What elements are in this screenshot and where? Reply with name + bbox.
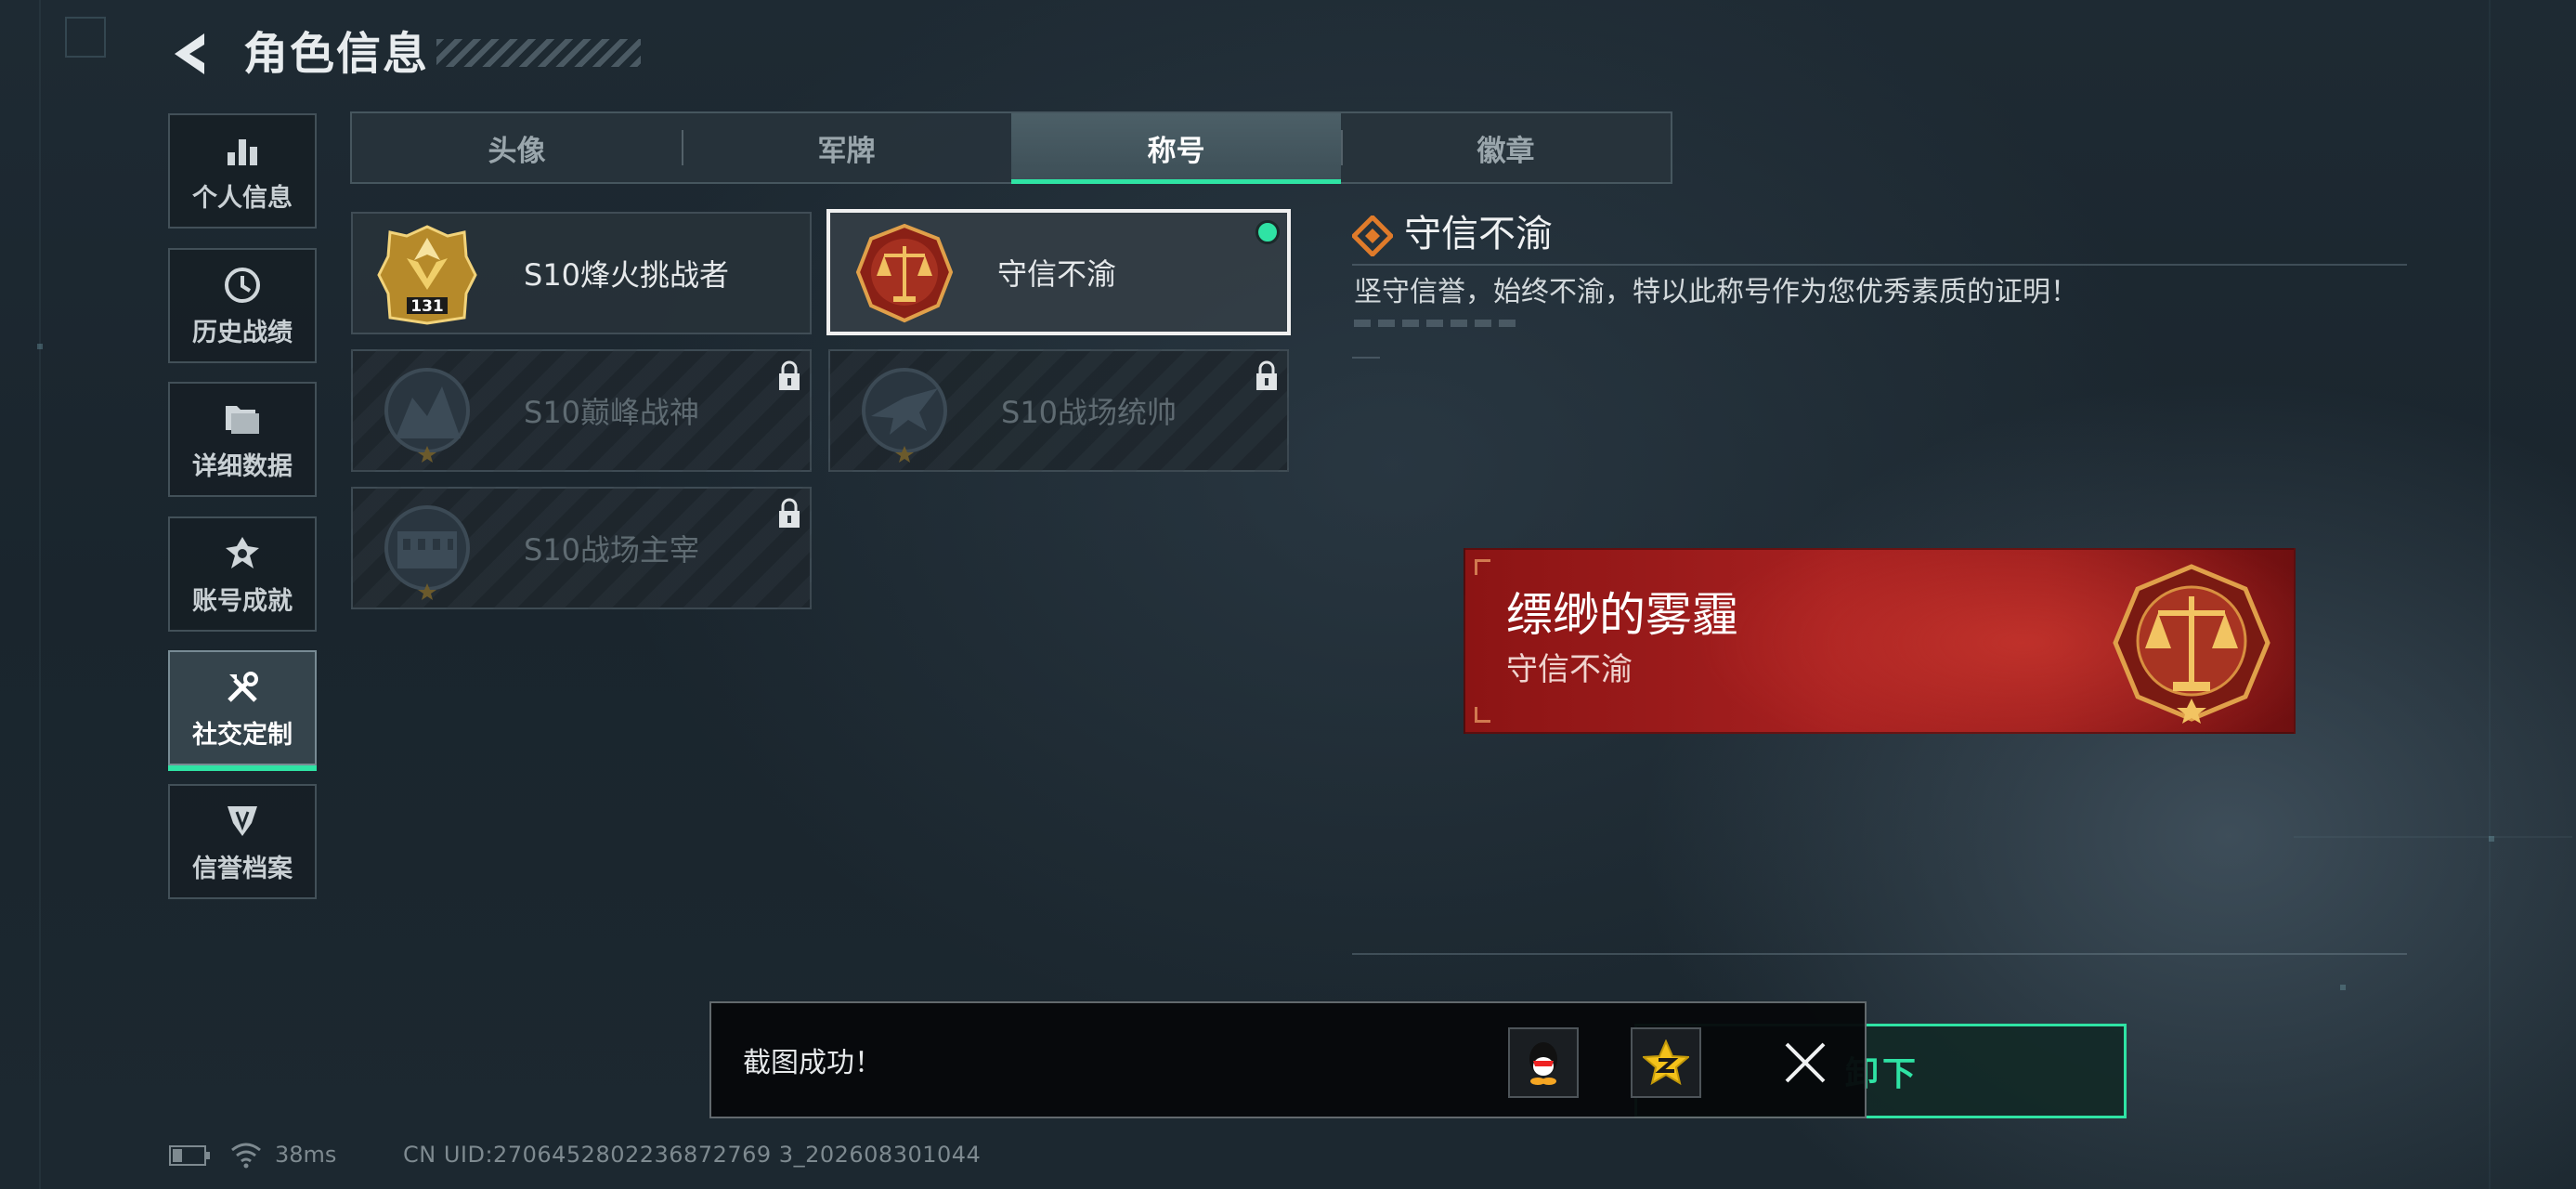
clock-history-icon	[221, 264, 264, 307]
banner-title: 守信不渝	[1506, 651, 1633, 688]
title-name: S10战场统帅	[1001, 395, 1177, 430]
toast-message: 截图成功！	[743, 1047, 882, 1079]
achievement-emblem-icon	[221, 532, 264, 575]
sidebar-item-history[interactable]: 历史战绩	[168, 248, 317, 363]
tools-icon	[221, 666, 264, 709]
close-icon[interactable]	[1779, 1037, 1831, 1089]
player-name: 缥缈的雾霾	[1506, 588, 1738, 642]
title-card-locked[interactable]: S10战场主宰	[351, 487, 812, 609]
title-card-locked[interactable]: S10巅峰战神	[351, 349, 812, 472]
title-preview-banner: 缥缈的雾霾 守信不渝	[1464, 548, 2296, 734]
tab-dog-tag[interactable]: 军牌	[682, 113, 1011, 182]
battery-icon	[169, 1145, 210, 1166]
sidebar-item-detail-data[interactable]: 详细数据	[168, 382, 317, 497]
detail-description: 坚守信誉，始终不渝，特以此称号作为您优秀素质的证明！	[1354, 276, 2078, 308]
lock-icon	[779, 498, 800, 528]
diamond-icon	[1352, 216, 1393, 256]
dark-colosseum-badge-icon	[384, 505, 470, 600]
scales-badge-icon	[2113, 564, 2270, 724]
title-card-selected[interactable]: 守信不渝	[826, 209, 1291, 335]
bg-deco-dot	[2340, 985, 2346, 990]
wifi-icon	[231, 1143, 261, 1169]
sidebar-item-label: 账号成就	[192, 586, 293, 616]
frame-corner	[1352, 357, 1380, 359]
title-card-locked[interactable]: S10战场统帅	[828, 349, 1289, 472]
bg-deco-line	[2294, 836, 2572, 838]
screenshot-toast: 截图成功！	[709, 1001, 1867, 1118]
title-name: S10巅峰战神	[524, 395, 700, 430]
title-name: S10烽火挑战者	[524, 257, 730, 293]
qzone-share-icon	[1643, 1039, 1689, 1086]
bg-deco-dot	[2489, 836, 2494, 842]
credit-shield-icon	[221, 800, 264, 843]
gold-lv-badge-icon: 131	[377, 225, 477, 325]
bg-deco-dot	[37, 344, 43, 349]
tab-badge[interactable]: 徽章	[1341, 113, 1671, 182]
detail-title: 守信不渝	[1404, 213, 1553, 255]
bg-deco-line	[39, 0, 41, 1189]
equipped-indicator	[1255, 220, 1280, 244]
back-arrow-icon[interactable]	[165, 28, 214, 80]
svg-text:131: 131	[410, 297, 444, 316]
divider	[1352, 953, 2407, 955]
title-decoration	[436, 39, 641, 67]
bar-chart-icon	[221, 129, 264, 172]
sidebar-item-social-custom[interactable]: 社交定制	[168, 650, 317, 771]
divider	[1352, 264, 2407, 266]
scales-badge-icon	[855, 223, 954, 323]
sidebar-item-label: 历史战绩	[192, 318, 293, 347]
banner-corner	[1475, 707, 1490, 723]
sidebar-item-credit[interactable]: 信誉档案	[168, 784, 317, 899]
uid-text: CN UID:2706452802236872769 3_20260830104…	[403, 1142, 982, 1168]
title-card[interactable]: 131 S10烽火挑战者	[351, 212, 812, 334]
sidebar-item-label: 个人信息	[192, 183, 293, 213]
qq-share-button[interactable]	[1508, 1027, 1579, 1098]
folder-icon	[221, 398, 264, 440]
banner-corner	[1475, 559, 1490, 575]
lock-icon	[1256, 360, 1277, 390]
sidebar-item-label: 社交定制	[192, 720, 293, 750]
qzone-share-button[interactable]	[1631, 1027, 1701, 1098]
sidebar-item-label: 详细数据	[192, 451, 293, 481]
tab-title[interactable]: 称号	[1011, 113, 1341, 184]
dark-peak-badge-icon	[384, 368, 470, 463]
bg-deco-line	[2489, 0, 2491, 1189]
tab-avatar[interactable]: 头像	[352, 113, 682, 182]
title-name: S10战场主宰	[524, 532, 700, 568]
sidebar-item-label: 信誉档案	[192, 854, 293, 883]
dark-jet-badge-icon	[862, 368, 947, 463]
sidebar-item-personal-info[interactable]: 个人信息	[168, 113, 317, 229]
bg-deco-square	[65, 17, 106, 58]
sidebar-item-achievements[interactable]: 账号成就	[168, 516, 317, 632]
lock-icon	[779, 360, 800, 390]
tab-bar: 头像 军牌 称号 徽章	[350, 111, 1672, 184]
title-name: 守信不渝	[997, 256, 1117, 292]
detail-decoration	[1354, 320, 1517, 327]
page-title: 角色信息	[243, 28, 430, 80]
qq-share-icon	[1529, 1042, 1557, 1085]
ping-value: 38ms	[275, 1142, 337, 1168]
